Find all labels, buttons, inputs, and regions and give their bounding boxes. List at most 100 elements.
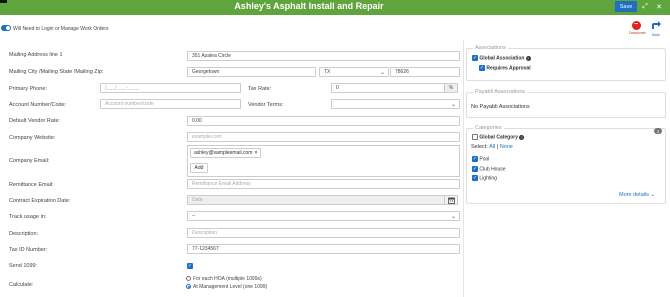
remittance-email-input[interactable]: Remittance Email Address — [187, 179, 460, 189]
category-item-label: Pool — [479, 156, 490, 163]
vendor-terms-select[interactable]: ⌄ — [331, 99, 460, 109]
remove-email-icon[interactable]: × — [254, 150, 257, 156]
mailing-address-label: Mailing Address line 1 — [9, 52, 63, 58]
track-usage-value: -- — [192, 213, 196, 219]
tax-rate-input[interactable]: 0 — [331, 83, 445, 93]
payabli-panel: Payabli Associations No Payabli Associat… — [466, 89, 666, 118]
back-label: Back — [652, 33, 660, 37]
tax-id-label: Tax ID Number: — [9, 247, 48, 253]
company-website-input[interactable]: example.com — [187, 132, 460, 142]
check-icon: ✓ — [472, 175, 478, 181]
checkbox-empty — [472, 134, 478, 140]
select-none-link[interactable]: None — [500, 144, 513, 150]
check-icon: ✓ — [479, 65, 485, 71]
payabli-empty-text: No Payabli Associations — [471, 104, 530, 110]
associations-title: Associations — [473, 45, 508, 51]
chevron-down-icon: ⌄ — [450, 102, 456, 108]
state-value: TX — [324, 69, 331, 75]
contract-expiration-label: Contract Expiration Date: — [9, 198, 71, 204]
page-title: Ashley's Asphalt Install and Repair — [234, 1, 384, 11]
expand-icon[interactable]: ⤢ — [639, 1, 651, 12]
calculate-label: Calculate: — [9, 282, 34, 288]
category-item-label: Lighting — [479, 175, 497, 182]
login-toggle[interactable] — [1, 25, 11, 31]
select-row: Select: All | None — [471, 144, 513, 150]
state-select[interactable]: TX ⌄ — [319, 67, 389, 77]
select-separator: | — [496, 144, 499, 150]
remittance-email-label: Remittance Email: — [9, 182, 54, 188]
category-item[interactable]: ✓ Club House — [472, 166, 506, 172]
help-icon[interactable]: ? — [525, 55, 531, 61]
company-website-label: Company Website: — [9, 135, 56, 141]
default-vendor-rate-input[interactable]: 0.00 — [187, 116, 460, 126]
description-label: Description: — [9, 231, 39, 237]
category-item[interactable]: ✓ Lighting — [472, 175, 497, 181]
percent-addon: % — [444, 83, 458, 93]
app-header: Ashley's Asphalt Install and Repair Save… — [0, 0, 670, 15]
more-details-label: More details — [619, 192, 649, 198]
save-button[interactable]: Save — [615, 1, 637, 12]
login-toggle-label: Will Need to Login or Manage Work Orders — [13, 26, 109, 32]
deactivate-icon: − — [631, 21, 641, 30]
global-category-row[interactable]: Global Category? — [472, 134, 525, 141]
help-icon[interactable]: ? — [519, 134, 525, 140]
add-email-button[interactable]: Add — [190, 163, 208, 173]
requires-approval-row[interactable]: ✓ Requires Approval — [479, 65, 531, 71]
category-count-badge: 3 — [654, 128, 662, 134]
check-icon: ✓ — [187, 263, 193, 269]
category-item[interactable]: ✓ Pool — [472, 156, 489, 162]
select-label: Select: — [471, 144, 488, 150]
send-1099-label: Send 1099: — [9, 263, 38, 269]
mailing-address-input[interactable]: 351 Azalea Circle — [187, 51, 460, 61]
track-usage-select[interactable]: -- ⌄ — [187, 211, 460, 221]
company-email-label: Company Email: — [9, 158, 50, 164]
chevron-down-icon: ⌄ — [379, 70, 385, 76]
tax-rate-label: Tax Rate: — [248, 86, 272, 92]
calculate-option-management-label: At Management Level (one 1099) — [193, 284, 268, 290]
zip-input[interactable]: 78626 — [390, 67, 460, 77]
close-icon[interactable]: ✕ — [653, 1, 665, 12]
chevron-down-icon: ⌄ — [450, 214, 456, 220]
email-tag-text: ashley@sampleemail.com — [194, 150, 253, 156]
deactivate-label: Deactivate — [629, 31, 646, 35]
categories-title: Categories — [473, 125, 504, 131]
back-button[interactable]: Back — [649, 21, 663, 39]
calculate-option-management[interactable]: At Management Level (one 1099) — [186, 284, 267, 290]
global-association-label: Global Association — [479, 55, 525, 62]
select-all-link[interactable]: All — [489, 144, 495, 150]
categories-panel: Categories Global Category? Select: All … — [466, 125, 666, 204]
deactivate-button[interactable]: − Deactivate — [629, 21, 646, 39]
requires-approval-label: Requires Approval — [486, 65, 531, 72]
account-number-label: Account Number/Code: — [9, 102, 67, 108]
description-input[interactable]: Description — [187, 228, 460, 238]
city-state-zip-label: Mailing City /Mailing State /Mailing Zip… — [9, 69, 104, 75]
company-email-box: ashley@sampleemail.com × Add — [187, 145, 460, 177]
tax-id-input[interactable]: 77-1234567 — [187, 244, 460, 254]
radio-hoa — [186, 276, 191, 282]
more-details-link[interactable]: More details ⌄ — [619, 192, 655, 198]
city-input[interactable]: Georgetown — [187, 67, 316, 77]
check-icon: ✓ — [472, 166, 478, 172]
primary-phone-input[interactable]: (___) ___-____ — [100, 83, 241, 93]
check-icon: ✓ — [472, 55, 478, 61]
default-vendor-rate-label: Default Vendor Rate: — [9, 118, 61, 124]
radio-management — [186, 284, 191, 290]
share-arrow-icon — [649, 21, 663, 32]
account-number-input[interactable]: Account number/code — [100, 99, 241, 109]
global-category-label: Global Category — [479, 134, 519, 141]
category-item-label: Club House — [479, 166, 506, 173]
check-icon: ✓ — [472, 156, 478, 162]
calculate-option-hoa-label: For each HOA (multiple 1099s) — [193, 276, 262, 282]
associations-panel: Associations ✓ Global Association? ✓ Req… — [466, 45, 666, 81]
calculate-option-hoa[interactable]: For each HOA (multiple 1099s) — [186, 276, 262, 282]
column-divider — [463, 40, 464, 297]
track-usage-label: Track usage in: — [9, 214, 47, 220]
contract-expiration-input[interactable]: Date — [187, 195, 445, 205]
vendor-terms-label: Vendor Terms: — [248, 102, 284, 108]
global-association-row[interactable]: ✓ Global Association? — [472, 55, 531, 61]
payabli-title: Payabli Associations — [473, 89, 528, 95]
calendar-icon[interactable] — [444, 195, 458, 205]
primary-phone-label: Primary Phone: — [9, 86, 47, 92]
email-tag: ashley@sampleemail.com × — [190, 148, 262, 158]
send-1099-checkbox[interactable]: ✓ — [187, 263, 193, 269]
